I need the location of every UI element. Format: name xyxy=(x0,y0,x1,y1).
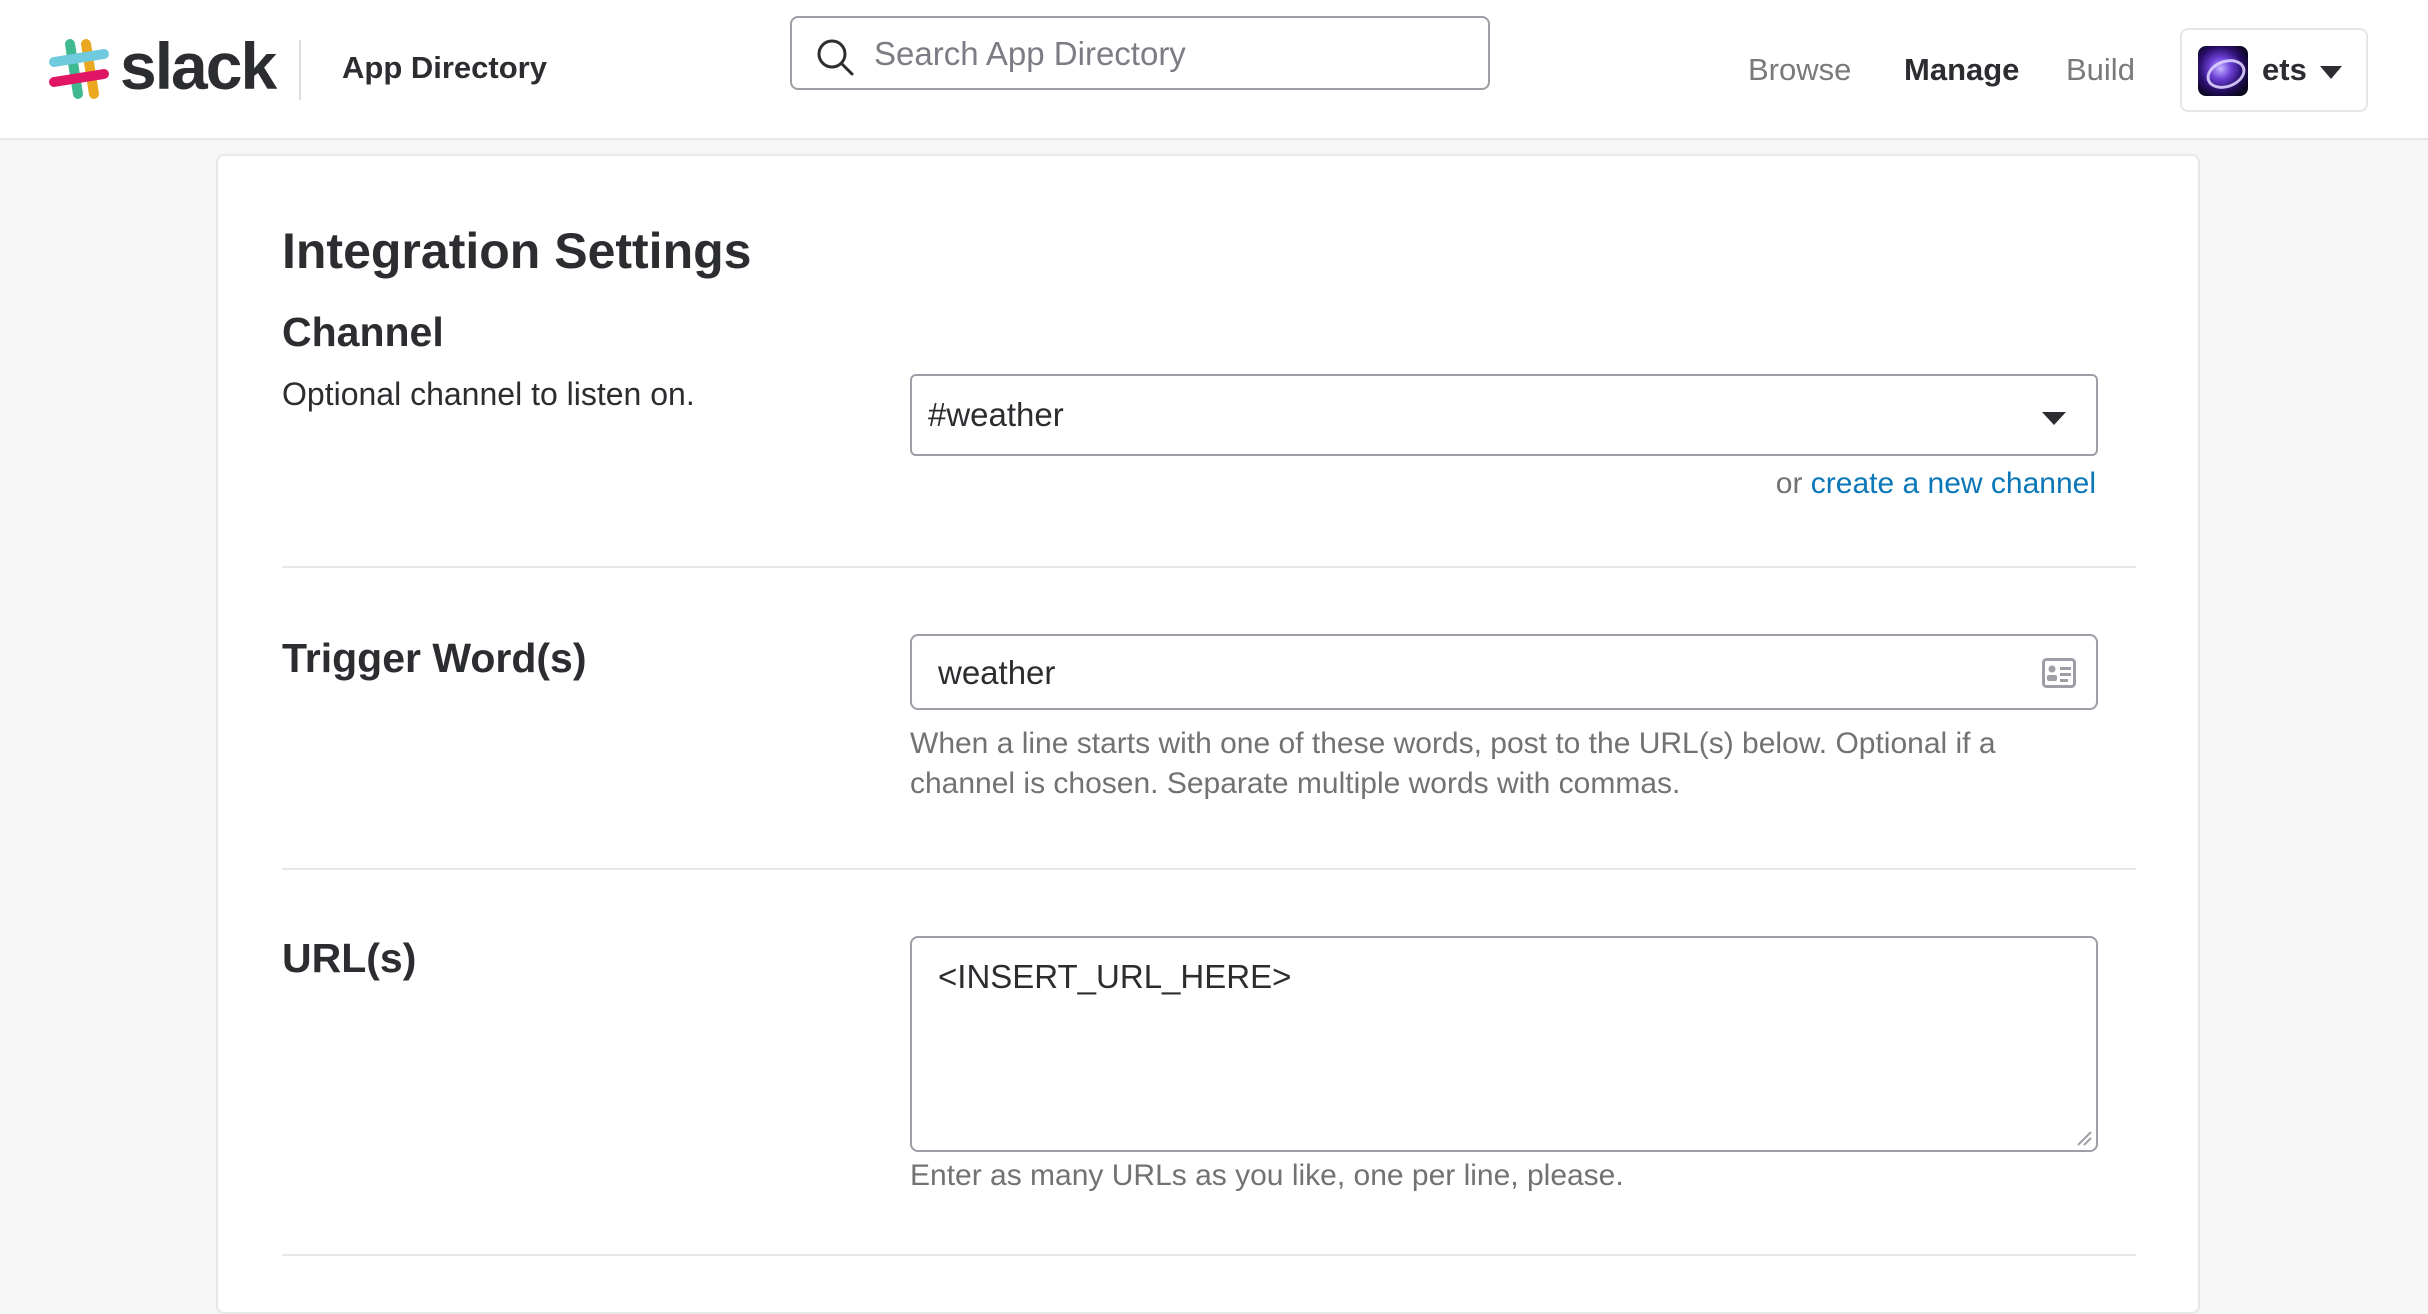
slack-wordmark[interactable]: slack xyxy=(120,26,277,106)
app-directory-link[interactable]: App Directory xyxy=(342,46,547,90)
nav-build[interactable]: Build xyxy=(2066,48,2135,92)
team-switcher[interactable]: ets xyxy=(2180,28,2368,112)
create-channel-row: or create a new channel xyxy=(1776,462,2096,506)
section-divider xyxy=(282,566,2136,568)
urls-help: Enter as many URLs as you like, one per … xyxy=(910,1159,1624,1192)
contact-card-icon[interactable] xyxy=(2042,658,2076,688)
create-channel-link[interactable]: create a new channel xyxy=(1811,467,2096,500)
search-icon xyxy=(817,39,854,76)
page-title: Integration Settings xyxy=(282,223,752,279)
trigger-words-help: When a line starts with one of these wor… xyxy=(910,727,1996,800)
trigger-words-title: Trigger Word(s) xyxy=(282,635,587,681)
search-box[interactable] xyxy=(790,16,1490,90)
resize-handle-icon[interactable] xyxy=(2074,1128,2092,1146)
search-input[interactable] xyxy=(872,26,1466,82)
urls-field[interactable]: <INSERT_URL_HERE> xyxy=(910,936,2098,1152)
or-text: or xyxy=(1775,467,1803,500)
channel-description: Optional channel to listen on. xyxy=(282,376,695,412)
section-divider xyxy=(282,868,2136,870)
slack-logo-icon[interactable] xyxy=(48,38,110,100)
nav-manage[interactable]: Manage xyxy=(1904,48,2019,92)
trigger-words-input[interactable] xyxy=(936,646,2020,700)
urls-textarea[interactable]: <INSERT_URL_HERE> xyxy=(936,952,2070,1140)
trigger-words-field[interactable] xyxy=(910,634,2098,710)
section-divider xyxy=(282,1254,2136,1256)
urls-title: URL(s) xyxy=(282,935,417,981)
chevron-down-icon xyxy=(2042,412,2066,425)
header-divider xyxy=(299,40,301,100)
channel-select-value: #weather xyxy=(928,396,1064,433)
team-name: ets xyxy=(2262,52,2307,87)
channel-section-title: Channel xyxy=(282,309,444,355)
chevron-down-icon xyxy=(2320,66,2342,79)
nav-browse[interactable]: Browse xyxy=(1748,48,1851,92)
channel-select[interactable]: #weather xyxy=(910,374,2098,456)
team-avatar xyxy=(2198,46,2248,96)
integration-settings-card: Integration Settings Channel Optional ch… xyxy=(216,154,2200,1314)
top-header: slack App Directory Browse Manage Build … xyxy=(0,0,2428,140)
